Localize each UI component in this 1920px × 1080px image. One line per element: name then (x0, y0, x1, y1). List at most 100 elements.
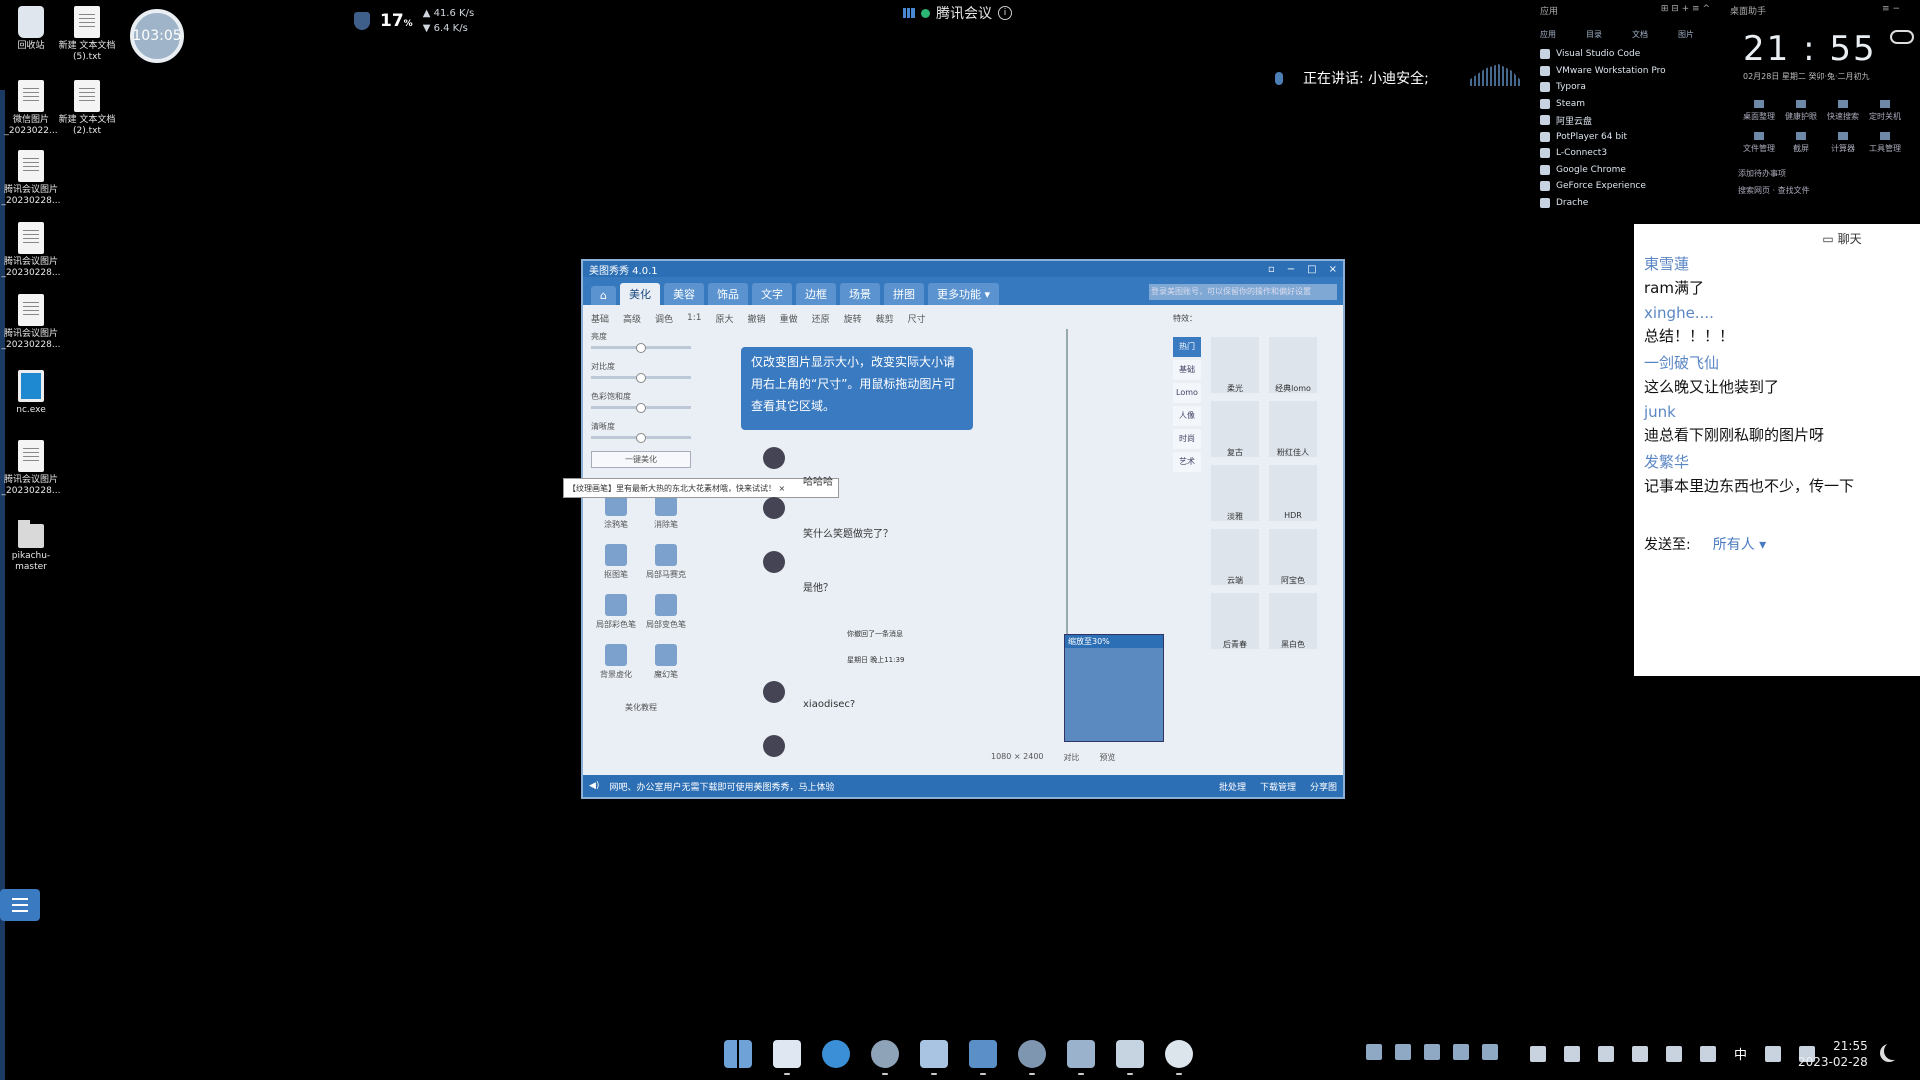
brush-tool[interactable]: 局部变色笔 (641, 594, 691, 630)
status-ad[interactable]: 网吧、办公室用户无需下载即可使用美图秀秀，马上体验 (609, 780, 834, 793)
steam-icon[interactable] (1018, 1040, 1046, 1075)
fx-thumbnail[interactable]: 复古 (1211, 401, 1259, 457)
fx-thumbnail[interactable]: 云端 (1211, 529, 1259, 585)
quick-action[interactable]: 计算器 (1822, 132, 1864, 154)
fx-thumbnail[interactable]: 粉红佳人 (1269, 401, 1317, 457)
screen-icon[interactable] (1530, 1045, 1546, 1062)
applist-tab[interactable]: 目录 (1586, 29, 1602, 40)
fx-category-tab[interactable]: 艺术 (1173, 452, 1201, 472)
tutorial-link[interactable]: 美化教程 (591, 702, 691, 713)
battery-icon[interactable] (1666, 1045, 1682, 1062)
typora-tray-icon[interactable] (1453, 1044, 1469, 1060)
meeting-app-icon[interactable] (1116, 1040, 1144, 1075)
applist-item[interactable]: Visual Studio Code (1540, 46, 1710, 63)
quick-action[interactable]: 工具管理 (1864, 132, 1906, 154)
maximize-icon[interactable]: □ (1307, 264, 1316, 275)
meitu-tab[interactable]: 饰品 (707, 283, 748, 305)
desktop-icon[interactable]: 微信图片_2023022... (0, 80, 62, 137)
desktop-icon[interactable]: 回收站 (0, 6, 62, 52)
preview-button[interactable]: 预览 (1100, 752, 1116, 763)
photos-icon[interactable] (969, 1040, 997, 1075)
navigator-preview[interactable]: 缩放至30% (1064, 634, 1164, 742)
quick-action[interactable]: 定时关机 (1864, 100, 1906, 122)
subtool-button[interactable]: 旋转 (844, 312, 862, 325)
subtool-button[interactable]: 原大 (716, 312, 734, 325)
fx-thumbnail[interactable]: 柔光 (1211, 337, 1259, 393)
chrome-icon[interactable] (871, 1040, 899, 1075)
subtool-button[interactable]: 裁剪 (876, 312, 894, 325)
moon-icon[interactable] (1884, 1042, 1902, 1060)
fx-thumbnail[interactable]: 阿宝色 (1269, 529, 1317, 585)
photos-tray-icon[interactable] (1366, 1044, 1382, 1060)
file-explorer-icon[interactable] (773, 1040, 801, 1075)
meitu-titlebar[interactable]: 美图秀秀 4.0.1 ▫ − □ × (583, 261, 1343, 277)
desktop-icon[interactable]: 腾讯会议图片_20230228... (0, 150, 62, 207)
meitu-tab[interactable]: 更多功能 ▾ (927, 283, 1000, 305)
compare-button[interactable]: 对比 (1064, 752, 1080, 763)
network-tray-icon[interactable] (1564, 1045, 1580, 1062)
close-icon[interactable]: × (1329, 264, 1337, 275)
subtool-button[interactable]: 高级 (623, 312, 641, 325)
fx-category-tab[interactable]: Lomo (1173, 383, 1201, 403)
shield-tray-icon[interactable] (1395, 1044, 1411, 1060)
send-to-dropdown[interactable]: 所有人 ▾ (1713, 534, 1766, 554)
grid-icon[interactable] (1632, 1045, 1648, 1062)
microphone-icon[interactable] (1700, 1045, 1716, 1062)
task-list-button[interactable] (0, 889, 40, 921)
applist-tab[interactable]: 图片 (1678, 29, 1694, 40)
meitu-tab[interactable]: 美化 (619, 283, 660, 305)
fx-thumbnail[interactable]: HDR (1269, 465, 1317, 521)
fx-thumbnail[interactable]: 淡雅 (1211, 465, 1259, 521)
search-link[interactable]: 搜索网页 · 查找文件 (1738, 185, 1920, 196)
meitu-tab[interactable]: 文字 (751, 283, 792, 305)
brush-tool[interactable]: 涂鸦笔 (591, 494, 641, 530)
applist-item[interactable]: PotPlayer 64 bit (1540, 129, 1710, 146)
monitor-tray-icon[interactable] (1482, 1044, 1498, 1060)
applist-tab[interactable]: 应用 (1540, 29, 1556, 40)
quick-action[interactable]: 截屏 (1780, 132, 1822, 154)
skin-icon[interactable]: ▫ (1268, 264, 1275, 275)
brush-tool[interactable]: 局部马赛克 (641, 544, 691, 580)
brush-tool[interactable]: 魔幻笔 (641, 644, 691, 680)
desktop-icon[interactable]: 新建 文本文档 (5).txt (56, 6, 118, 63)
adjust-slider[interactable] (591, 373, 691, 383)
fx-category-tab[interactable]: 热门 (1173, 337, 1201, 357)
adjust-slider[interactable] (591, 433, 691, 443)
brush-tool[interactable]: 消除笔 (641, 494, 691, 530)
status-action[interactable]: 分享图 (1310, 780, 1337, 793)
subtool-button[interactable]: 尺寸 (908, 312, 926, 325)
desktop-icon[interactable]: 新建 文本文档 (2).txt (56, 80, 118, 137)
desktop-icon[interactable]: 腾讯会议图片_20230228... (0, 440, 62, 497)
taskbar-clock[interactable]: 21:55 2023-02-28 (1798, 1038, 1868, 1070)
meeting-timer-badge[interactable]: 103:05 (130, 9, 184, 63)
home-icon[interactable]: ⌂ (591, 286, 616, 305)
desktop-icon[interactable]: pikachu-master (0, 518, 62, 573)
brush-tool[interactable]: 局部彩色笔 (591, 594, 641, 630)
quick-action[interactable]: 文件管理 (1738, 132, 1780, 154)
meitu-tab[interactable]: 美容 (663, 283, 704, 305)
start-icon[interactable] (724, 1040, 752, 1068)
desktop-icon[interactable]: 腾讯会议图片_20230228... (0, 294, 62, 351)
quick-action[interactable]: 健康护眼 (1780, 100, 1822, 122)
quick-action[interactable]: 桌面整理 (1738, 100, 1780, 122)
gear-tray-icon[interactable] (1424, 1044, 1440, 1060)
applist-controls-icon[interactable]: ⊞ ⊟ + ≡ ^ (1661, 4, 1710, 17)
minimize-icon[interactable]: − (1287, 264, 1295, 275)
applist-item[interactable]: Drache (1540, 195, 1710, 212)
fx-category-tab[interactable]: 基础 (1173, 360, 1201, 380)
fx-thumbnail[interactable]: 经典lomo (1269, 337, 1317, 393)
applist-item[interactable]: VMware Workstation Pro (1540, 63, 1710, 80)
todo-link[interactable]: 添加待办事项 (1738, 168, 1920, 179)
meitu-tab[interactable]: 场景 (839, 283, 880, 305)
subtool-button[interactable]: 基础 (591, 312, 609, 325)
adjust-slider[interactable] (591, 343, 691, 353)
applist-item[interactable]: Google Chrome (1540, 162, 1710, 179)
status-action[interactable]: 下载管理 (1260, 780, 1296, 793)
subtool-button[interactable]: 调色 (655, 312, 673, 325)
status-action[interactable]: 批处理 (1219, 780, 1246, 793)
fx-category-tab[interactable]: 人像 (1173, 406, 1201, 426)
info-icon[interactable]: i (998, 6, 1012, 20)
brush-tool[interactable]: 抠图笔 (591, 544, 641, 580)
account-box[interactable]: 登录美图账号，可以保留你的操作和偏好设置 (1149, 284, 1337, 300)
quick-action[interactable]: 快速搜索 (1822, 100, 1864, 122)
